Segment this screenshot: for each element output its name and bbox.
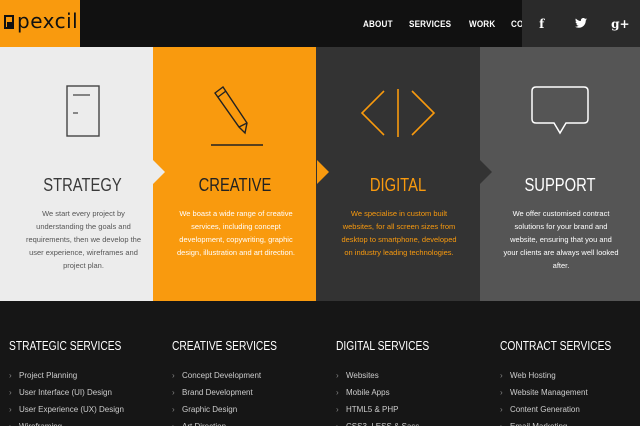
list-item[interactable]: Brand Development [172, 384, 332, 401]
panel-title: STRATEGY [43, 175, 122, 195]
list-item[interactable]: Art Direction [172, 418, 332, 426]
list-item[interactable]: Project Planning [9, 367, 169, 384]
footer-column-contract: CONTRACT SERVICES Web Hosting Website Ma… [500, 339, 640, 426]
footer-column-creative: CREATIVE SERVICES Concept Development Br… [172, 339, 332, 426]
footer-column-strategic: STRATEGIC SERVICES Project Planning User… [9, 339, 169, 426]
speech-bubble-icon [531, 86, 589, 135]
panel-title: SUPPORT [524, 175, 596, 195]
column-title: DIGITAL SERVICES [336, 339, 430, 353]
column-title: CONTRACT SERVICES [500, 339, 612, 353]
nav-work[interactable]: WORK [469, 19, 495, 29]
column-title: CREATIVE SERVICES [172, 339, 277, 353]
logo[interactable]: pexcil [0, 0, 80, 47]
facebook-icon[interactable]: f [527, 17, 557, 31]
list-item[interactable]: Web Hosting [500, 367, 640, 384]
panel-creative: CREATIVE We boast a wide range of creati… [153, 47, 317, 301]
panel-arrow [480, 160, 492, 184]
list-item[interactable]: Concept Development [172, 367, 332, 384]
list-item[interactable]: Website Management [500, 384, 640, 401]
panel-text: We boast a wide range of creative servic… [177, 209, 295, 257]
list-item[interactable]: Websites [336, 367, 496, 384]
panel-text: We start every project by understanding … [25, 209, 142, 270]
footer-column-digital: DIGITAL SERVICES Websites Mobile Apps HT… [336, 339, 496, 426]
site-header: pexcil ABOUT SERVICES WORK CONTACT f g+ [0, 0, 640, 47]
panel-title: DIGITAL [369, 175, 427, 195]
list-item[interactable]: CSS3, LESS & Sass [336, 418, 496, 426]
code-icon [360, 89, 436, 137]
logo-text: pexcil [17, 9, 79, 33]
list-item[interactable]: Graphic Design [172, 401, 332, 418]
panel-arrow [153, 160, 165, 184]
logo-mark-icon [4, 15, 14, 29]
nav-services[interactable]: SERVICES [409, 19, 451, 29]
google-plus-icon[interactable]: g+ [605, 17, 635, 31]
panel-text: We offer customised contract solutions f… [503, 209, 619, 270]
panel-digital: DIGITAL We specialise in custom built we… [316, 47, 480, 301]
list-item[interactable]: HTML5 & PHP [336, 401, 496, 418]
list-item[interactable]: Mobile Apps [336, 384, 496, 401]
social-links: f g+ [522, 0, 640, 47]
panel-title: CREATIVE [198, 175, 272, 195]
pencil-icon [211, 85, 263, 146]
panel-text: We specialise in custom built websites, … [341, 209, 457, 257]
column-title: STRATEGIC SERVICES [9, 339, 122, 353]
list-item[interactable]: Email Marketing [500, 418, 640, 426]
list-item[interactable]: Wireframing [9, 418, 169, 426]
twitter-icon[interactable] [566, 17, 596, 31]
document-icon [65, 85, 100, 137]
list-item[interactable]: Content Generation [500, 401, 640, 418]
footer: STRATEGIC SERVICES Project Planning User… [0, 301, 640, 426]
panel-arrow [317, 160, 329, 184]
panel-support: SUPPORT We offer customised contract sol… [480, 47, 640, 301]
panel-strategy: STRATEGY We start every project by under… [0, 47, 165, 301]
list-item[interactable]: User Experience (UX) Design [9, 401, 169, 418]
list-item[interactable]: User Interface (UI) Design [9, 384, 169, 401]
nav-about[interactable]: ABOUT [363, 19, 393, 29]
